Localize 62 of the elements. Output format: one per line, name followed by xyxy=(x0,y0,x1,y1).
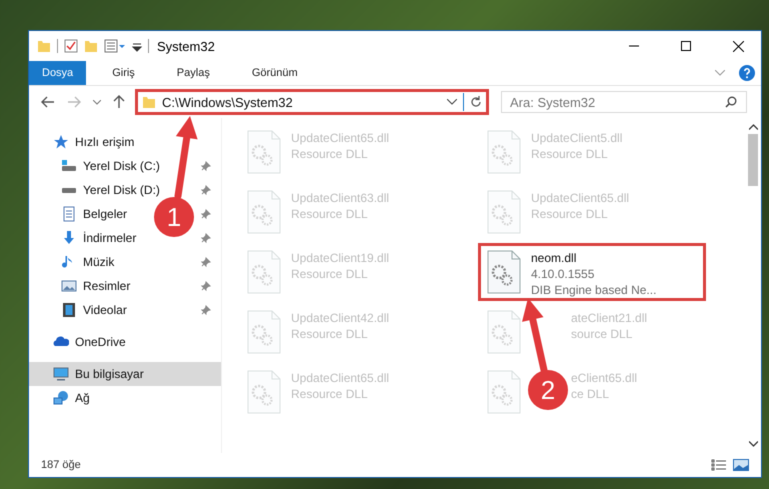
sidebar-item[interactable]: Resimler xyxy=(29,274,134,298)
window-title: System32 xyxy=(157,38,215,54)
network-icon xyxy=(53,390,69,406)
file-name[interactable]: neom.dll xyxy=(531,250,576,266)
scrollbar-thumb[interactable] xyxy=(748,134,758,186)
sidebar-item[interactable]: Yerel Disk (C:) xyxy=(29,154,164,178)
sidebar-item[interactable]: Ağ xyxy=(29,386,94,410)
address-path: C:\Windows\System32 xyxy=(162,94,294,110)
file-description: DIB Engine based Ne... xyxy=(531,282,656,298)
ribbon-tab[interactable]: Dosya xyxy=(29,61,86,85)
file-description: Resource DLL xyxy=(531,206,608,222)
chevron-up-icon[interactable] xyxy=(748,124,758,130)
sidebar-item[interactable]: OneDrive xyxy=(29,330,130,354)
step-number-badge: 1 xyxy=(154,197,194,237)
refresh-icon[interactable] xyxy=(470,96,482,108)
file-description: Resource DLL xyxy=(291,146,368,162)
item-count: 187 öğe xyxy=(41,459,81,471)
pictures-icon xyxy=(61,278,77,294)
file-description: ce DLL xyxy=(571,386,610,402)
folder-icon xyxy=(142,95,156,109)
computer-icon xyxy=(53,366,69,382)
folder-icon xyxy=(37,39,51,53)
chevron-down-icon[interactable] xyxy=(748,441,758,447)
file-description: Resource DLL xyxy=(291,386,368,402)
file-description: Resource DLL xyxy=(531,146,608,162)
star-icon xyxy=(53,134,69,150)
download-icon xyxy=(61,230,77,246)
step-number-badge: 2 xyxy=(528,370,568,410)
minimize-icon xyxy=(629,45,639,47)
videos-icon xyxy=(61,302,77,318)
sidebar-item[interactable]: Hızlı erişim xyxy=(29,130,138,154)
file-version: 4.10.0.1555 xyxy=(531,266,594,282)
details-view-icon[interactable] xyxy=(711,459,727,471)
chevron-down-icon[interactable] xyxy=(447,99,457,105)
maximize-icon xyxy=(681,41,691,51)
file-description: Resource DLL xyxy=(291,206,368,222)
up-arrow-icon[interactable] xyxy=(113,95,125,109)
checkmark-icon[interactable] xyxy=(64,39,78,53)
search-icon xyxy=(725,96,737,108)
document-icon xyxy=(61,206,77,222)
large-icons-view-icon[interactable] xyxy=(733,459,749,471)
close-icon xyxy=(732,40,744,52)
sidebar-item[interactable]: Belgeler xyxy=(29,202,132,226)
forward-arrow-icon[interactable] xyxy=(67,96,81,108)
address-bar[interactable]: C:\Windows\System32 xyxy=(135,89,489,115)
ribbon-tab[interactable]: Görünüm xyxy=(236,61,314,85)
ribbon-tab[interactable]: Paylaş xyxy=(160,61,226,85)
back-arrow-icon[interactable] xyxy=(41,96,55,108)
sidebar-item[interactable]: Müzik xyxy=(29,250,118,274)
file-description: Resource DLL xyxy=(291,266,368,282)
drive-icon xyxy=(61,186,77,194)
sidebar-item[interactable]: Bu bilgisayar xyxy=(29,362,221,386)
system-drive-icon xyxy=(61,158,77,174)
properties-icon[interactable] xyxy=(104,39,126,53)
help-icon[interactable] xyxy=(739,65,755,81)
ribbon-tab[interactable]: Giriş xyxy=(96,61,151,85)
sidebar-item[interactable]: İndirmeler xyxy=(29,226,140,250)
file-description: Resource DLL xyxy=(291,326,368,342)
sidebar-item[interactable]: Videolar xyxy=(29,298,131,322)
search-field[interactable]: Ara: System32 xyxy=(501,91,747,113)
file-description: source DLL xyxy=(571,326,632,342)
gear-file-icon[interactable] xyxy=(487,250,521,294)
